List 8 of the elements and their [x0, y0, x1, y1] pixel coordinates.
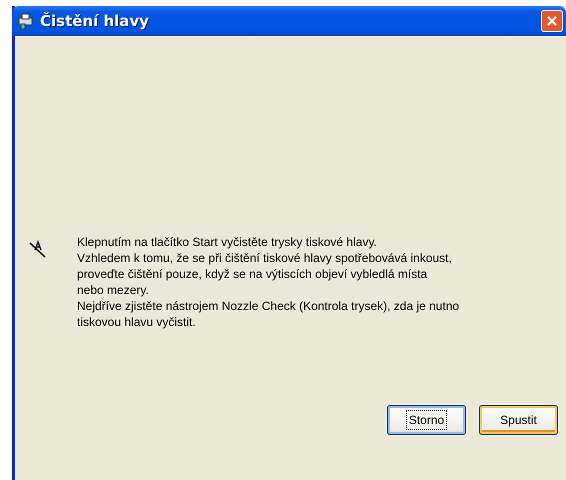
close-icon	[546, 15, 558, 27]
printer-icon	[17, 12, 35, 30]
window-title: Čistění hlavy	[40, 12, 150, 30]
nozzle-icon	[27, 238, 49, 260]
message-text: Klepnutím na tlačítko Start vyčistěte trysky tiskové hlavy. Vzhledem k tomu, že se při čištění tiskové hlavy spotřebovává inkoust, proveďte čištění pouze, když se na výtiscích objeví vybledlá místa nebo mezery. Nejdříve zjistěte nástrojem Nozzle Check (Kontrola trysek), zda je nutno tiskovou hlavu vyčistit.	[77, 234, 460, 330]
close-button[interactable]	[541, 10, 563, 32]
start-button[interactable]: Spustit	[479, 405, 558, 435]
cancel-button[interactable]: Storno	[387, 405, 466, 435]
